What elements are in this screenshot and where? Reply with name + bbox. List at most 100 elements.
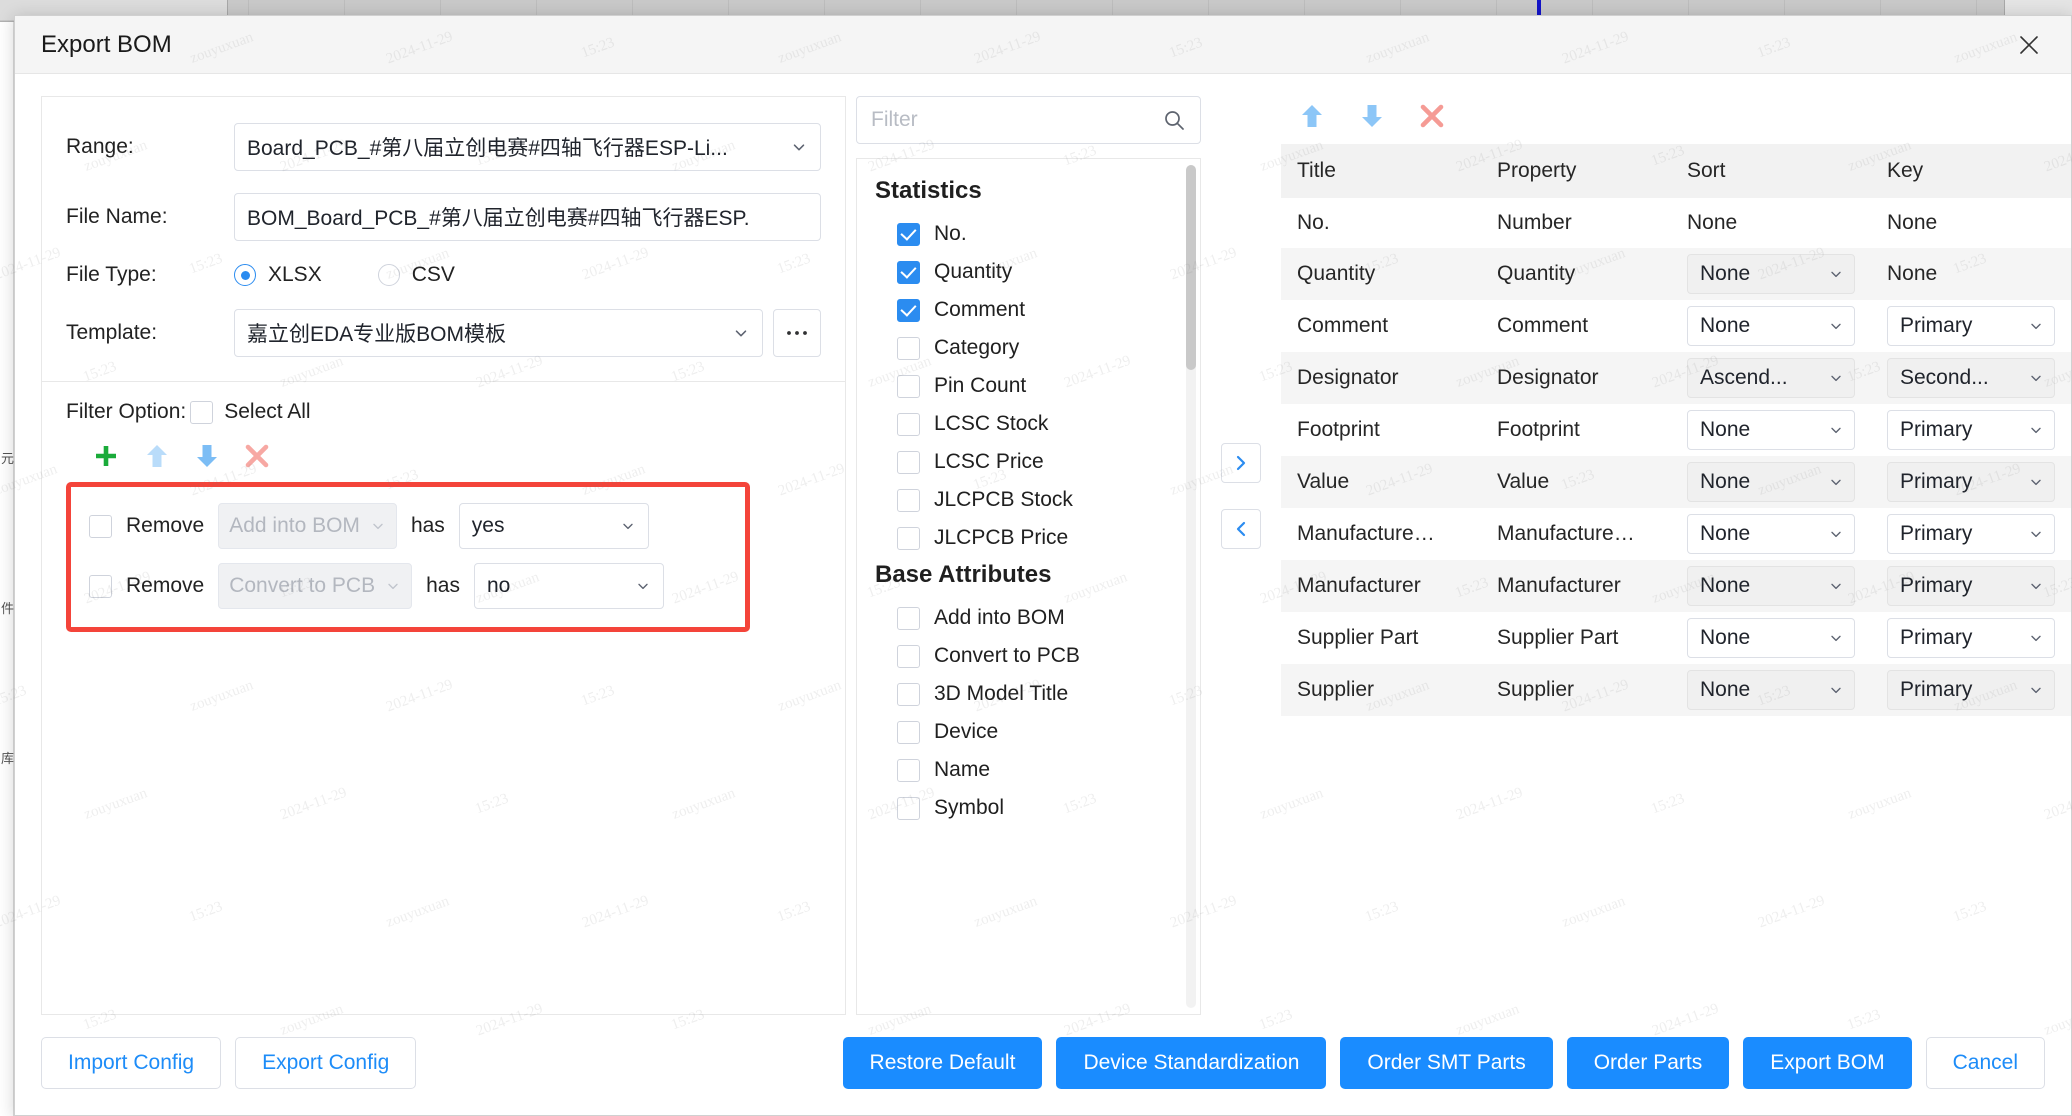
checklist-item-label: LCSC Stock: [934, 412, 1048, 436]
cell-key[interactable]: Primary: [1871, 300, 2071, 352]
checklist-item[interactable]: Convert to PCB: [875, 637, 1182, 675]
key-select[interactable]: Primary: [1887, 618, 2055, 658]
sort-select[interactable]: Ascend...: [1687, 358, 1855, 398]
checklist-item[interactable]: Add into BOM: [875, 599, 1182, 637]
add-attribute-button[interactable]: [1221, 443, 1261, 483]
cell-key[interactable]: Primary: [1871, 560, 2071, 612]
key-select[interactable]: Second...: [1887, 358, 2055, 398]
sort-select[interactable]: None: [1687, 618, 1855, 658]
cell-title: Manufacturer: [1281, 560, 1481, 612]
table-row[interactable]: ValueValueNonePrimary: [1281, 456, 2071, 508]
range-select[interactable]: Board_PCB_#第八届立创电赛#四轴飞行器ESP-Li...: [234, 123, 821, 171]
cell-key[interactable]: Primary: [1871, 664, 2071, 716]
chevron-down-icon: [1828, 526, 1844, 542]
checklist-item[interactable]: LCSC Price: [875, 443, 1182, 481]
sort-select[interactable]: None: [1687, 462, 1855, 502]
key-select[interactable]: Primary: [1887, 566, 2055, 606]
cell-property: Value: [1481, 456, 1671, 508]
checklist-item[interactable]: Symbol: [875, 789, 1182, 827]
table-row[interactable]: Supplier PartSupplier PartNonePrimary: [1281, 612, 2071, 664]
select-all-checkbox[interactable]: Select All: [190, 400, 310, 424]
export-config-button[interactable]: Export Config: [235, 1037, 416, 1089]
sort-select[interactable]: None: [1687, 306, 1855, 346]
filter-rule-checkbox[interactable]: [89, 575, 112, 598]
sort-select[interactable]: None: [1687, 566, 1855, 606]
plus-icon[interactable]: [92, 442, 120, 470]
sort-select[interactable]: None: [1687, 254, 1855, 294]
attribute-search-box[interactable]: Filter: [856, 96, 1201, 144]
table-row[interactable]: No.NumberNoneNone: [1281, 198, 2071, 248]
scrollbar-thumb[interactable]: [1186, 165, 1196, 370]
checklist-item[interactable]: 3D Model Title: [875, 675, 1182, 713]
template-select[interactable]: 嘉立创EDA专业版BOM模板: [234, 309, 763, 357]
cell-key[interactable]: Second...: [1871, 352, 2071, 404]
cell-sort[interactable]: None: [1671, 612, 1871, 664]
cell-sort[interactable]: None: [1671, 404, 1871, 456]
checklist-item[interactable]: JLCPCB Stock: [875, 481, 1182, 519]
checklist-item[interactable]: Quantity: [875, 253, 1182, 291]
checklist-item-label: Convert to PCB: [934, 644, 1080, 668]
cell-sort[interactable]: None: [1671, 560, 1871, 612]
arrow-up-icon[interactable]: [1299, 102, 1325, 130]
checklist-item[interactable]: LCSC Stock: [875, 405, 1182, 443]
key-select[interactable]: Primary: [1887, 670, 2055, 710]
key-select[interactable]: Primary: [1887, 306, 2055, 346]
checklist-item[interactable]: JLCPCB Price: [875, 519, 1182, 557]
table-row[interactable]: DesignatorDesignatorAscend...Second...: [1281, 352, 2071, 404]
sort-select[interactable]: None: [1687, 514, 1855, 554]
radio-csv[interactable]: CSV: [378, 263, 455, 287]
order-smt-parts-button[interactable]: Order SMT Parts: [1340, 1037, 1552, 1089]
sort-select[interactable]: None: [1687, 410, 1855, 450]
cell-property: Comment: [1481, 300, 1671, 352]
filter-rule-checkbox[interactable]: [89, 515, 112, 538]
arrow-down-icon[interactable]: [1359, 102, 1385, 130]
filter-rule-remove-label: Remove: [126, 514, 204, 538]
table-row[interactable]: QuantityQuantityNoneNone: [1281, 248, 2071, 300]
template-more-button[interactable]: [773, 309, 821, 357]
restore-default-button[interactable]: Restore Default: [843, 1037, 1043, 1089]
key-select[interactable]: Primary: [1887, 410, 2055, 450]
checklist-item[interactable]: Device: [875, 713, 1182, 751]
column-header: Property: [1481, 144, 1671, 198]
cell-key[interactable]: Primary: [1871, 508, 2071, 560]
cell-sort[interactable]: None: [1671, 300, 1871, 352]
key-select[interactable]: Primary: [1887, 462, 2055, 502]
table-row[interactable]: ManufacturerManufacturerNonePrimary: [1281, 560, 2071, 612]
key-select[interactable]: Primary: [1887, 514, 2055, 554]
close-x-icon: [244, 443, 270, 469]
checklist-item[interactable]: Category: [875, 329, 1182, 367]
cell-sort[interactable]: None: [1671, 508, 1871, 560]
cell-key[interactable]: Primary: [1871, 404, 2071, 456]
cell-sort[interactable]: Ascend...: [1671, 352, 1871, 404]
export-bom-button[interactable]: Export BOM: [1743, 1037, 1911, 1089]
file-name-input[interactable]: BOM_Board_PCB_#第八届立创电赛#四轴飞行器ESP.: [234, 193, 821, 241]
checklist-item[interactable]: Comment: [875, 291, 1182, 329]
cancel-button[interactable]: Cancel: [1926, 1037, 2045, 1089]
table-row[interactable]: CommentCommentNonePrimary: [1281, 300, 2071, 352]
cell-sort[interactable]: None: [1671, 664, 1871, 716]
checklist-item[interactable]: Name: [875, 751, 1182, 789]
table-row[interactable]: Manufacture…Manufacture…NonePrimary: [1281, 508, 2071, 560]
import-config-button[interactable]: Import Config: [41, 1037, 221, 1089]
filter-rule-remove-label: Remove: [126, 574, 204, 598]
cell-sort[interactable]: None: [1671, 456, 1871, 508]
cell-title: Quantity: [1281, 248, 1481, 300]
checklist-scrollbar[interactable]: [1186, 165, 1196, 1008]
remove-attribute-button[interactable]: [1221, 509, 1261, 549]
order-parts-button[interactable]: Order Parts: [1567, 1037, 1730, 1089]
sort-select[interactable]: None: [1687, 670, 1855, 710]
checklist-item[interactable]: No.: [875, 215, 1182, 253]
table-row[interactable]: SupplierSupplierNonePrimary: [1281, 664, 2071, 716]
device-standardization-button[interactable]: Device Standardization: [1056, 1037, 1326, 1089]
cell-key[interactable]: Primary: [1871, 456, 2071, 508]
filter-rule-value-select[interactable]: yes: [459, 503, 649, 549]
cell-sort[interactable]: None: [1671, 248, 1871, 300]
arrow-down-icon[interactable]: [194, 442, 220, 470]
close-x-icon[interactable]: [1419, 103, 1445, 129]
radio-xlsx[interactable]: XLSX: [234, 263, 322, 287]
close-icon[interactable]: [2009, 25, 2049, 65]
checklist-item[interactable]: Pin Count: [875, 367, 1182, 405]
filter-rule-value-select[interactable]: no: [474, 563, 664, 609]
table-row[interactable]: FootprintFootprintNonePrimary: [1281, 404, 2071, 456]
cell-key[interactable]: Primary: [1871, 612, 2071, 664]
